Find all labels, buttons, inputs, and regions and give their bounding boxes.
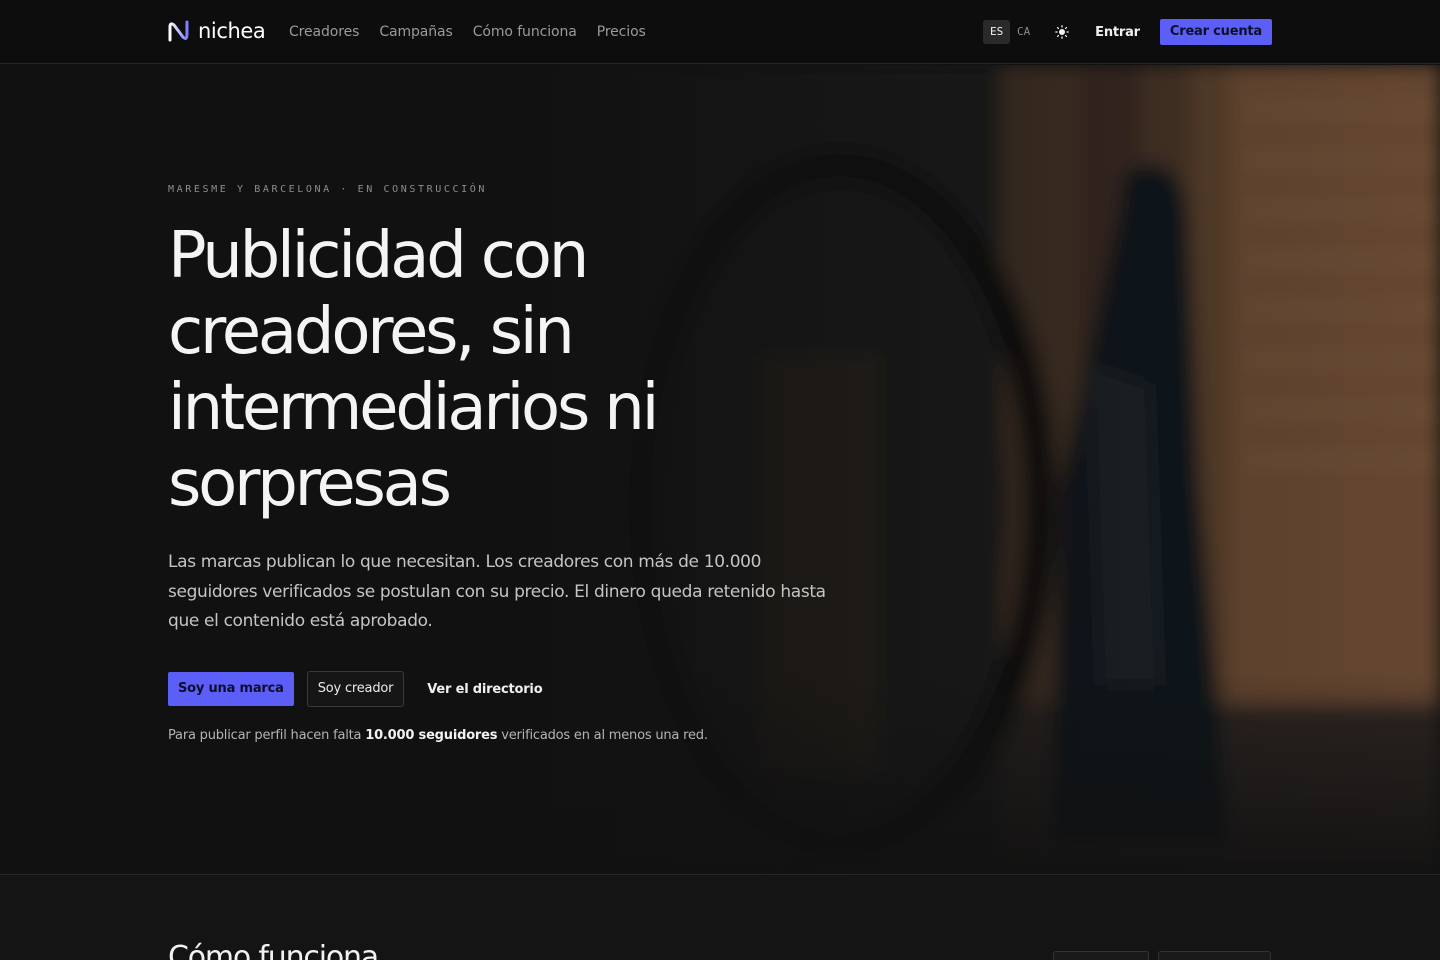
directory-link[interactable]: Ver el directorio — [427, 682, 542, 697]
section-title: Cómo funciona — [168, 940, 379, 960]
note-highlight: 10.000 seguidores — [365, 728, 498, 743]
create-account-button[interactable]: Crear cuenta — [1159, 19, 1272, 45]
section-tab-button[interactable] — [1053, 951, 1149, 960]
brand-name: nichea — [198, 19, 266, 43]
site-header: nichea Creadores Campañas Cómo funciona … — [0, 0, 1440, 64]
hero-actions: Soy una marca Soy creador Ver el directo… — [168, 671, 543, 707]
nav-link-precios[interactable]: Precios — [597, 22, 646, 42]
nav-link-como-funciona[interactable]: Cómo funciona — [473, 22, 577, 42]
language-switcher: ES CA — [983, 20, 1037, 44]
brand-logo[interactable]: nichea — [168, 16, 266, 46]
theme-toggle-button[interactable] — [1051, 21, 1073, 43]
hero-eyebrow: MARESME Y BARCELONA · EN CONSTRUCCIÓN — [168, 184, 487, 195]
language-option-ca[interactable]: CA — [1010, 20, 1037, 44]
header-actions: ES CA Entrar Crear cuenta — [983, 19, 1272, 45]
sun-icon — [1055, 25, 1069, 39]
section-tab-button[interactable] — [1158, 951, 1271, 960]
hero-requirement-note: Para publicar perfil hacen falta 10.000 … — [168, 728, 708, 743]
hero-description: Las marcas publican lo que necesitan. Lo… — [168, 552, 826, 631]
creator-signup-button[interactable]: Soy creador — [306, 671, 405, 707]
how-it-works-section: Cómo funciona — [0, 876, 1440, 960]
nav-link-campanas[interactable]: Campañas — [379, 22, 453, 42]
hero-title: Publicidad con creadores, sin intermedia… — [168, 219, 659, 521]
hero-section: MARESME Y BARCELONA · EN CONSTRUCCIÓN Pu… — [0, 65, 1440, 875]
brand-signup-button[interactable]: Soy una marca — [168, 672, 294, 706]
nichea-logo-icon — [168, 20, 189, 42]
language-option-es[interactable]: ES — [983, 20, 1011, 44]
main-nav: Creadores Campañas Cómo funciona Precios — [289, 22, 666, 42]
login-link[interactable]: Entrar — [1095, 25, 1140, 40]
note-suffix: verificados en al menos una red. — [497, 728, 708, 743]
nav-link-creadores[interactable]: Creadores — [289, 22, 359, 42]
note-prefix: Para publicar perfil hacen falta — [168, 728, 366, 743]
